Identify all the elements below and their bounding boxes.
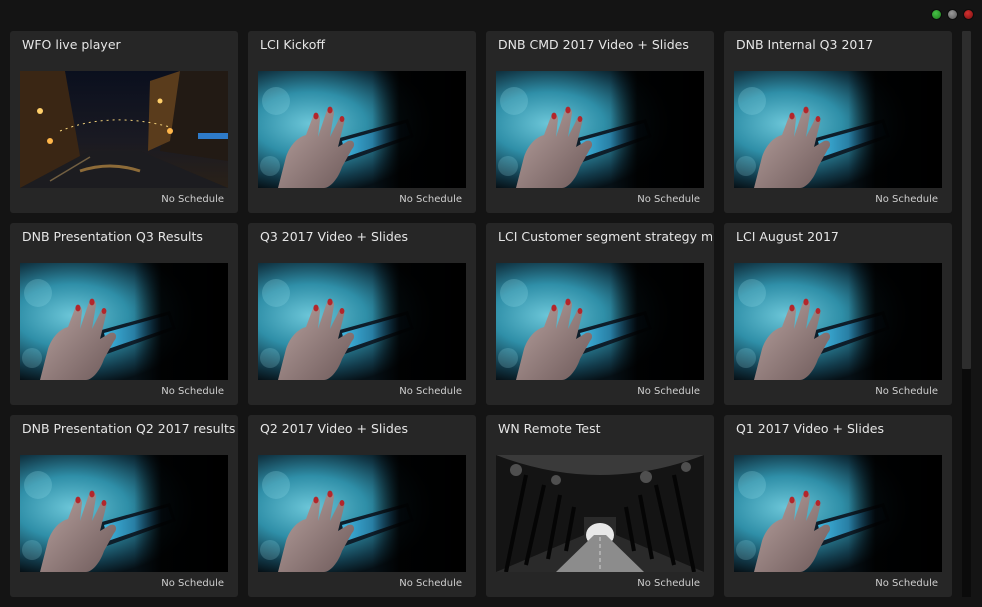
player-title: LCI August 2017 [736,229,839,244]
player-thumbnail[interactable] [734,71,942,188]
player-thumbnail[interactable] [258,71,466,188]
player-tile[interactable]: Q2 2017 Video + Slides No Schedule [248,415,476,597]
schedule-status: No Schedule [875,578,938,589]
schedule-status: No Schedule [399,194,462,205]
player-thumbnail[interactable] [734,263,942,380]
hand-phone-image [258,71,466,188]
minimize-button[interactable] [947,9,958,20]
player-title: WN Remote Test [498,421,601,436]
player-thumbnail[interactable] [496,263,704,380]
maximize-button[interactable] [931,9,942,20]
player-thumbnail[interactable] [496,455,704,572]
hand-phone-image [734,455,942,572]
player-thumbnail[interactable] [258,455,466,572]
player-title: Q2 2017 Video + Slides [260,421,409,436]
schedule-status: No Schedule [637,578,700,589]
player-tile[interactable]: LCI August 2017 No Schedule [724,223,952,405]
scrollbar-thumb[interactable] [962,31,971,369]
hand-phone-image [734,71,942,188]
player-tile[interactable]: WN Remote Test No Schedule [486,415,714,597]
player-tile[interactable]: DNB Internal Q3 2017 No Schedule [724,31,952,213]
player-tile[interactable]: Q1 2017 Video + Slides No Schedule [724,415,952,597]
player-title: Q1 2017 Video + Slides [736,421,885,436]
player-tile[interactable]: DNB Presentation Q3 Results No Schedule [10,223,238,405]
hand-phone-image [20,455,228,572]
window-controls [931,9,974,20]
player-tile[interactable]: DNB Presentation Q2 2017 results No Sche… [10,415,238,597]
night-street-image [20,71,228,188]
close-button[interactable] [963,9,974,20]
player-thumbnail[interactable] [258,263,466,380]
schedule-status: No Schedule [161,194,224,205]
player-thumbnail[interactable] [20,263,228,380]
schedule-status: No Schedule [399,578,462,589]
player-title: LCI Kickoff [260,37,325,52]
player-grid: WFO live player No Schedule LCI Kickoff … [10,31,952,597]
player-title: Q3 2017 Video + Slides [260,229,409,244]
hand-phone-image [734,263,942,380]
hand-phone-image [496,263,704,380]
hand-phone-image [258,263,466,380]
schedule-status: No Schedule [161,578,224,589]
vertical-scrollbar[interactable] [962,31,971,597]
hand-phone-image [258,455,466,572]
schedule-status: No Schedule [875,386,938,397]
player-tile[interactable]: WFO live player No Schedule [10,31,238,213]
player-tile[interactable]: Q3 2017 Video + Slides No Schedule [248,223,476,405]
player-title: DNB Presentation Q2 2017 results [22,421,236,436]
tree-tunnel-image [496,455,704,572]
player-title: WFO live player [22,37,121,52]
player-tile[interactable]: DNB CMD 2017 Video + Slides No Schedule [486,31,714,213]
player-thumbnail[interactable] [496,71,704,188]
schedule-status: No Schedule [637,386,700,397]
player-title: DNB Internal Q3 2017 [736,37,874,52]
player-thumbnail[interactable] [20,71,228,188]
schedule-status: No Schedule [399,386,462,397]
hand-phone-image [20,263,228,380]
schedule-status: No Schedule [161,386,224,397]
player-thumbnail[interactable] [20,455,228,572]
player-title: DNB CMD 2017 Video + Slides [498,37,689,52]
player-tile[interactable]: LCI Kickoff No Schedule [248,31,476,213]
player-title: LCI Customer segment strategy meeting [498,229,712,244]
schedule-status: No Schedule [637,194,700,205]
player-tile[interactable]: LCI Customer segment strategy meeting No… [486,223,714,405]
player-overview-window: WFO live player No Schedule LCI Kickoff … [0,0,982,607]
hand-phone-image [496,71,704,188]
player-thumbnail[interactable] [734,455,942,572]
player-title: DNB Presentation Q3 Results [22,229,203,244]
schedule-status: No Schedule [875,194,938,205]
